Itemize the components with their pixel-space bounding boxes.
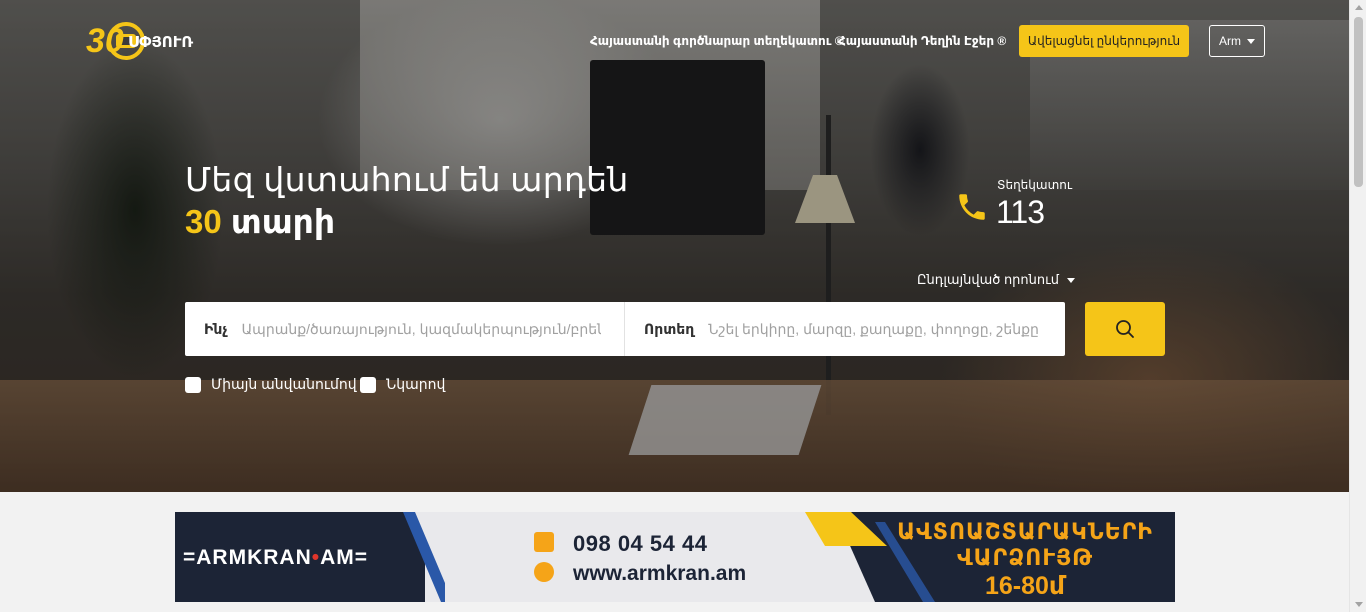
banner-headline-1: ԱՎՏՈԱՇՏԱՐԱԿՆԵՐԻ <box>897 519 1153 544</box>
banner-headline-3: 16-80մ <box>984 572 1065 600</box>
where-field: Որտեղ <box>625 302 1065 356</box>
only-by-name-option[interactable]: Միայն անվանումով <box>185 376 357 393</box>
advanced-search-toggle[interactable]: Ընդլայնված որոնում <box>917 272 1076 288</box>
logo-text: ՍՓՅՈՒՌ <box>128 34 194 51</box>
with-photo-checkbox[interactable] <box>360 376 376 393</box>
scroll-up-icon[interactable] <box>1355 5 1363 10</box>
brand-name: ARMKRAN <box>196 546 312 569</box>
brand-lines-left: = <box>183 546 197 569</box>
only-by-name-label: Միայն անվանումով <box>211 376 357 392</box>
site-logo[interactable]: 30 ՍՓՅՈՒՌ <box>86 22 201 60</box>
banner-phone: 098 04 54 44 <box>573 531 708 556</box>
page-scrollbar[interactable] <box>1349 0 1366 612</box>
chevron-down-icon <box>1247 39 1255 44</box>
phone-icon <box>959 194 985 220</box>
hero-section: 30 ՍՓՅՈՒՌ Հայաստանի գործնարար տեղեկատու … <box>0 0 1349 492</box>
where-label: Որտեղ <box>644 320 695 337</box>
globe-icon <box>534 562 554 582</box>
what-field: Ինչ <box>185 302 625 356</box>
only-by-name-checkbox[interactable] <box>185 376 201 393</box>
add-company-button[interactable]: Ավելացնել ընկերություն <box>1019 25 1189 57</box>
years-word: տարի <box>230 203 336 240</box>
reference-number[interactable]: 113 <box>996 194 1045 231</box>
nav-business-directory[interactable]: Հայաստանի գործնարար տեղեկատու ® <box>590 34 844 48</box>
search-button[interactable] <box>1085 302 1165 356</box>
scrollbar-thumb[interactable] <box>1354 17 1363 187</box>
banner-headline-2: ՎԱՐՁՈՒՅԹ <box>956 545 1094 570</box>
what-label: Ինչ <box>204 320 228 337</box>
chevron-down-icon <box>1067 277 1076 283</box>
logo-anniversary: 30 <box>86 22 124 60</box>
nav-yellow-pages[interactable]: Հայաստանի Դեղին Էջեր ® <box>838 34 1006 48</box>
with-photo-option[interactable]: Նկարով <box>360 376 445 393</box>
where-input[interactable] <box>708 321 1065 337</box>
brand-lines-right: = <box>354 546 369 569</box>
ad-banner[interactable]: =ARMKRAN•AM= 098 04 54 44 www.armkran.am… <box>175 512 1175 602</box>
what-input[interactable] <box>241 321 602 337</box>
mobile-phone-icon <box>534 532 554 552</box>
hero-overlay <box>0 0 1349 492</box>
advanced-search-label: Ընդլայնված որոնում <box>917 272 1060 287</box>
with-photo-label: Նկարով <box>386 376 446 392</box>
hero-headline: Մեզ վստահում են արդեն <box>185 161 629 198</box>
language-value: Arm <box>1219 34 1241 48</box>
banner-website: www.armkran.am <box>573 562 747 585</box>
banner-brand: =ARMKRAN•AM= <box>183 546 368 570</box>
scroll-down-icon[interactable] <box>1355 602 1363 607</box>
hero-headline-years: 30 տարի <box>185 202 335 241</box>
brand-separator: • <box>311 546 321 569</box>
years-number: 30 <box>185 203 222 240</box>
search-bar: Ինչ Որտեղ <box>185 302 1065 356</box>
reference-label: Տեղեկատու <box>997 178 1073 192</box>
search-icon <box>1116 320 1134 338</box>
brand-tld: AM <box>320 546 355 569</box>
language-select[interactable]: Arm <box>1209 25 1265 57</box>
